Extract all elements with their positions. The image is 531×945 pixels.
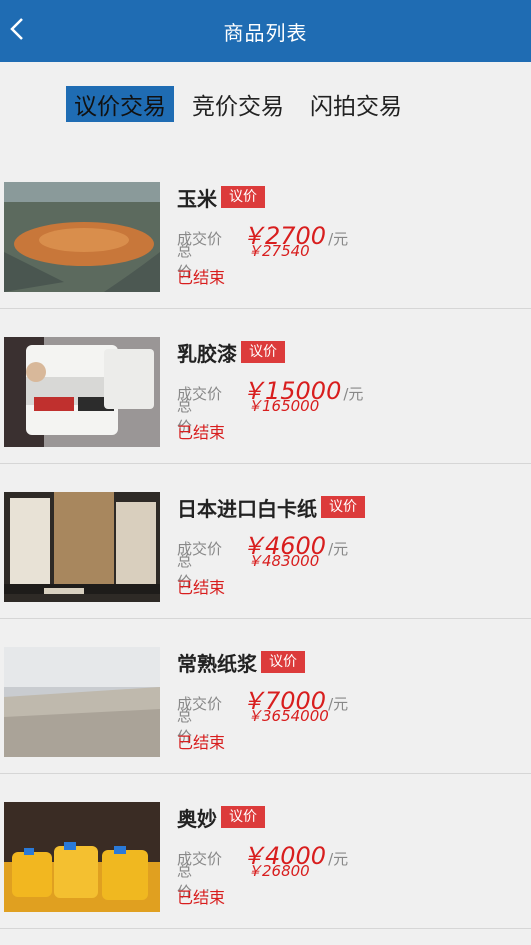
detergent-bottles-image [4,802,160,912]
list-item[interactable]: 乳胶漆 议价 成交价 ￥15000 /元 总价: ￥165000 已结束 [0,309,531,464]
negotiable-badge: 议价 [221,806,265,828]
paper-rolls-image [4,492,160,602]
list-item[interactable]: 玉米 议价 成交价 ￥2700 /元 总价: ￥27540 已结束 [0,154,531,309]
app-header: 商品列表 [0,0,531,62]
negotiable-badge: 议价 [261,651,305,673]
price-unit: /元 [343,385,364,403]
trade-tabs: 议价交易 竞价交易 闪拍交易 [0,62,531,154]
price-unit: /元 [328,695,349,713]
page-title: 商品列表 [223,20,308,45]
price-unit: /元 [328,230,349,248]
total-price: ￥26800 [247,862,310,880]
total-price: ￥27540 [247,242,310,260]
paint-bucket-image [4,337,160,447]
back-button[interactable] [6,16,28,42]
tab-bidding[interactable]: 竞价交易 [184,86,292,122]
negotiable-badge: 议价 [321,496,365,518]
tab-negotiated[interactable]: 议价交易 [66,86,174,122]
product-name: 常熟纸浆 [177,651,257,676]
price-unit: /元 [328,540,349,558]
chevron-left-icon [10,18,23,40]
product-list: 玉米 议价 成交价 ￥2700 /元 总价: ￥27540 已结束 乳胶漆 议价… [0,154,531,929]
negotiable-badge: 议价 [221,186,265,208]
product-name: 玉米 [177,186,217,211]
product-name: 日本进口白卡纸 [177,496,317,521]
total-price: ￥165000 [247,397,320,415]
corn-pile-image [4,182,160,292]
paper-pulp-image [4,647,160,757]
list-item[interactable]: 日本进口白卡纸 议价 成交价 ￥4600 /元 总价: ￥483000 已结束 [0,464,531,619]
total-price: ￥3654000 [247,707,329,725]
product-name: 乳胶漆 [177,341,237,366]
tab-flash-auction[interactable]: 闪拍交易 [302,86,410,122]
total-price: ￥483000 [247,552,320,570]
product-name: 奥妙 [177,806,217,831]
price-unit: /元 [328,850,349,868]
negotiable-badge: 议价 [241,341,285,363]
list-item[interactable]: 奥妙 议价 成交价 ￥4000 /元 总价: ￥26800 已结束 [0,774,531,929]
list-item[interactable]: 常熟纸浆 议价 成交价 ￥7000 /元 总价: ￥3654000 已结束 [0,619,531,774]
